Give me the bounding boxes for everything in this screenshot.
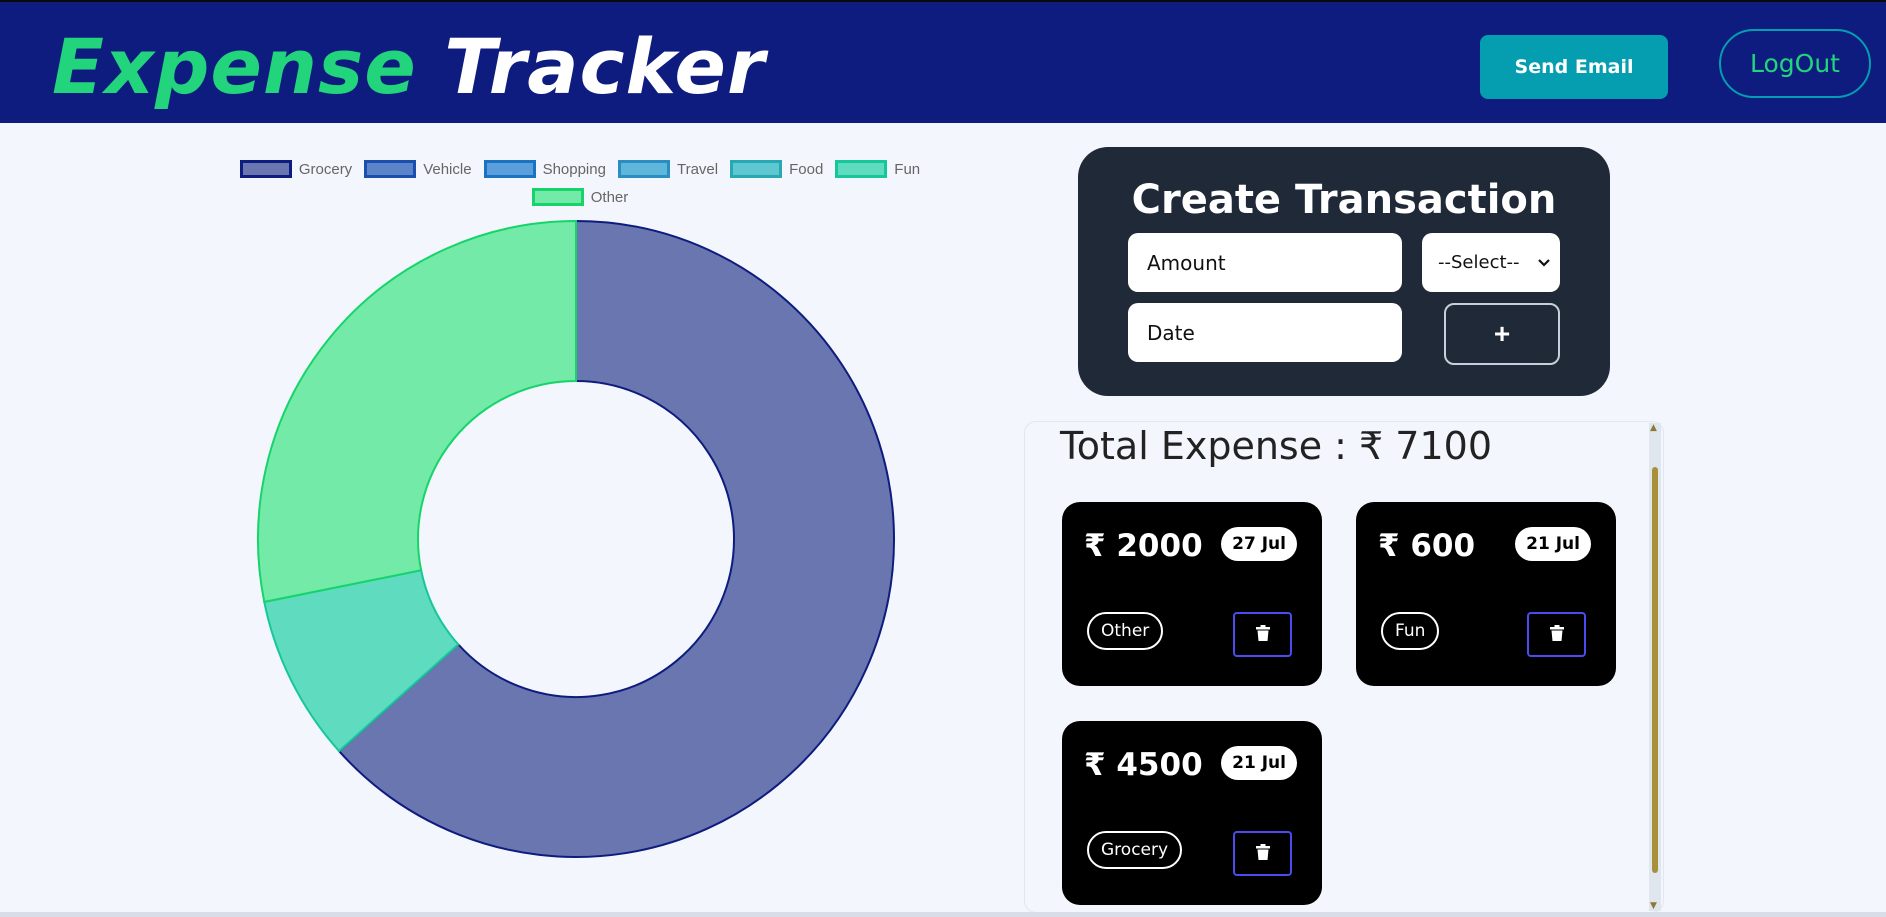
transactions-scrollbar[interactable]: ▲ ▼: [1649, 423, 1661, 911]
transaction-card: ₹ 600 21 Jul Fun: [1356, 502, 1616, 686]
create-transaction-title: Create Transaction: [1131, 177, 1557, 223]
delete-transaction-button[interactable]: [1233, 612, 1292, 657]
app-header: Expense Tracker Send Email LogOut: [0, 0, 1886, 123]
transaction-date: 27 Jul: [1221, 527, 1297, 561]
delete-transaction-button[interactable]: [1233, 831, 1292, 876]
transaction-card: ₹ 4500 21 Jul Grocery: [1062, 721, 1322, 905]
donut-svg: [257, 219, 895, 858]
total-expense: Total Expense : ₹ 7100: [1060, 424, 1493, 468]
transaction-date: 21 Jul: [1221, 746, 1297, 780]
transaction-date: 21 Jul: [1515, 527, 1591, 561]
send-email-button[interactable]: Send Email: [1480, 35, 1668, 99]
donut-slice-other[interactable]: [257, 219, 577, 604]
app-title-part-1: Expense: [52, 22, 417, 111]
trash-icon: [1255, 843, 1270, 864]
transaction-amount: ₹ 4500: [1084, 747, 1203, 783]
category-select[interactable]: --Select--: [1422, 233, 1560, 292]
transaction-category: Other: [1087, 612, 1164, 650]
app-title-part-2: Tracker: [444, 22, 766, 111]
scrollbar-thumb[interactable]: [1652, 467, 1658, 873]
scroll-down-arrow-icon[interactable]: ▼: [1650, 901, 1657, 911]
logout-button[interactable]: LogOut: [1719, 29, 1871, 98]
add-transaction-button[interactable]: +: [1444, 303, 1560, 365]
transaction-amount: ₹ 2000: [1084, 528, 1203, 564]
trash-icon: [1255, 624, 1270, 645]
category-select-value: --Select--: [1438, 252, 1520, 273]
transactions-panel: Total Expense : ₹ 7100 ₹ 2000 27 Jul Oth…: [1024, 421, 1664, 913]
transaction-category: Fun: [1381, 612, 1440, 650]
transaction-category: Grocery: [1087, 831, 1183, 869]
transaction-amount: ₹ 600: [1378, 528, 1476, 564]
chevron-down-icon: [1538, 255, 1550, 271]
delete-transaction-button[interactable]: [1527, 612, 1586, 657]
scroll-up-arrow-icon[interactable]: ▲: [1650, 423, 1657, 433]
trash-icon: [1549, 624, 1564, 645]
page-bottom-divider: [0, 912, 1886, 917]
transaction-card: ₹ 2000 27 Jul Other: [1062, 502, 1322, 686]
app-title: Expense Tracker: [52, 22, 765, 112]
date-input[interactable]: Date: [1128, 303, 1402, 362]
amount-input[interactable]: Amount: [1128, 233, 1402, 292]
expense-donut-chart: Grocery Vehicle Shopping Travel Food Fun Othe…: [230, 155, 930, 875]
create-transaction-card: Create Transaction Amount --Select-- Dat…: [1078, 147, 1610, 396]
